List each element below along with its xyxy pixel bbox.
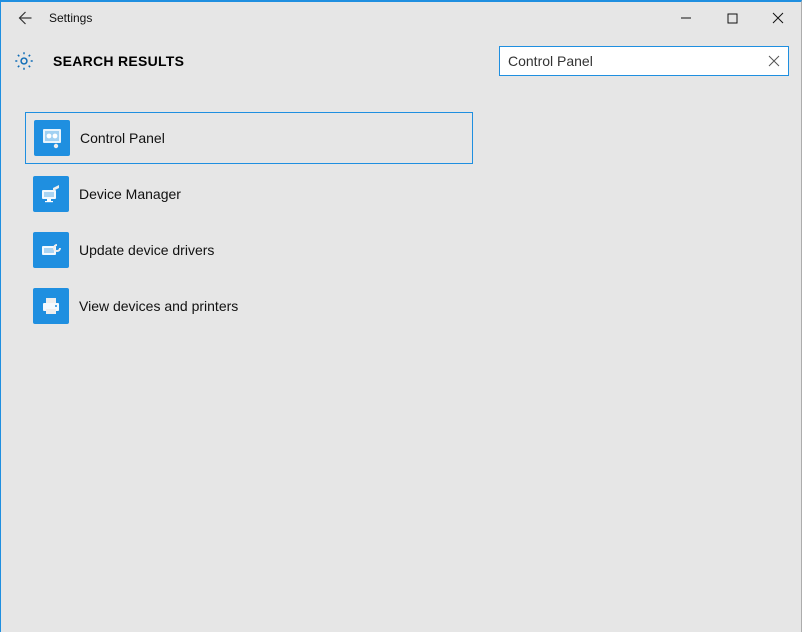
back-button[interactable]: [7, 2, 41, 34]
result-label: Update device drivers: [79, 242, 214, 258]
search-input[interactable]: [499, 46, 789, 76]
page-title: SEARCH RESULTS: [53, 53, 184, 69]
result-control-panel[interactable]: Control Panel: [25, 112, 473, 164]
close-button[interactable]: [755, 2, 801, 34]
result-label: View devices and printers: [79, 298, 238, 314]
result-label: Device Manager: [79, 186, 181, 202]
maximize-button[interactable]: [709, 2, 755, 34]
settings-window: Settings SEARCH RESULTS: [0, 0, 802, 632]
result-device-manager[interactable]: Device Manager: [25, 168, 473, 220]
printers-icon: [33, 288, 69, 324]
control-panel-icon: [34, 120, 70, 156]
device-manager-icon: [33, 176, 69, 212]
search-results: Control Panel Device Manager: [1, 84, 801, 336]
result-update-drivers[interactable]: Update device drivers: [25, 224, 473, 276]
search-box: [499, 46, 789, 76]
titlebar: Settings: [1, 2, 801, 34]
window-controls: [663, 2, 801, 34]
result-label: Control Panel: [80, 130, 165, 146]
clear-search-button[interactable]: [765, 52, 783, 70]
minimize-button[interactable]: [663, 2, 709, 34]
header: SEARCH RESULTS: [1, 34, 801, 84]
gear-icon: [13, 50, 35, 72]
result-devices-printers[interactable]: View devices and printers: [25, 280, 473, 332]
update-drivers-icon: [33, 232, 69, 268]
window-title: Settings: [49, 11, 92, 25]
